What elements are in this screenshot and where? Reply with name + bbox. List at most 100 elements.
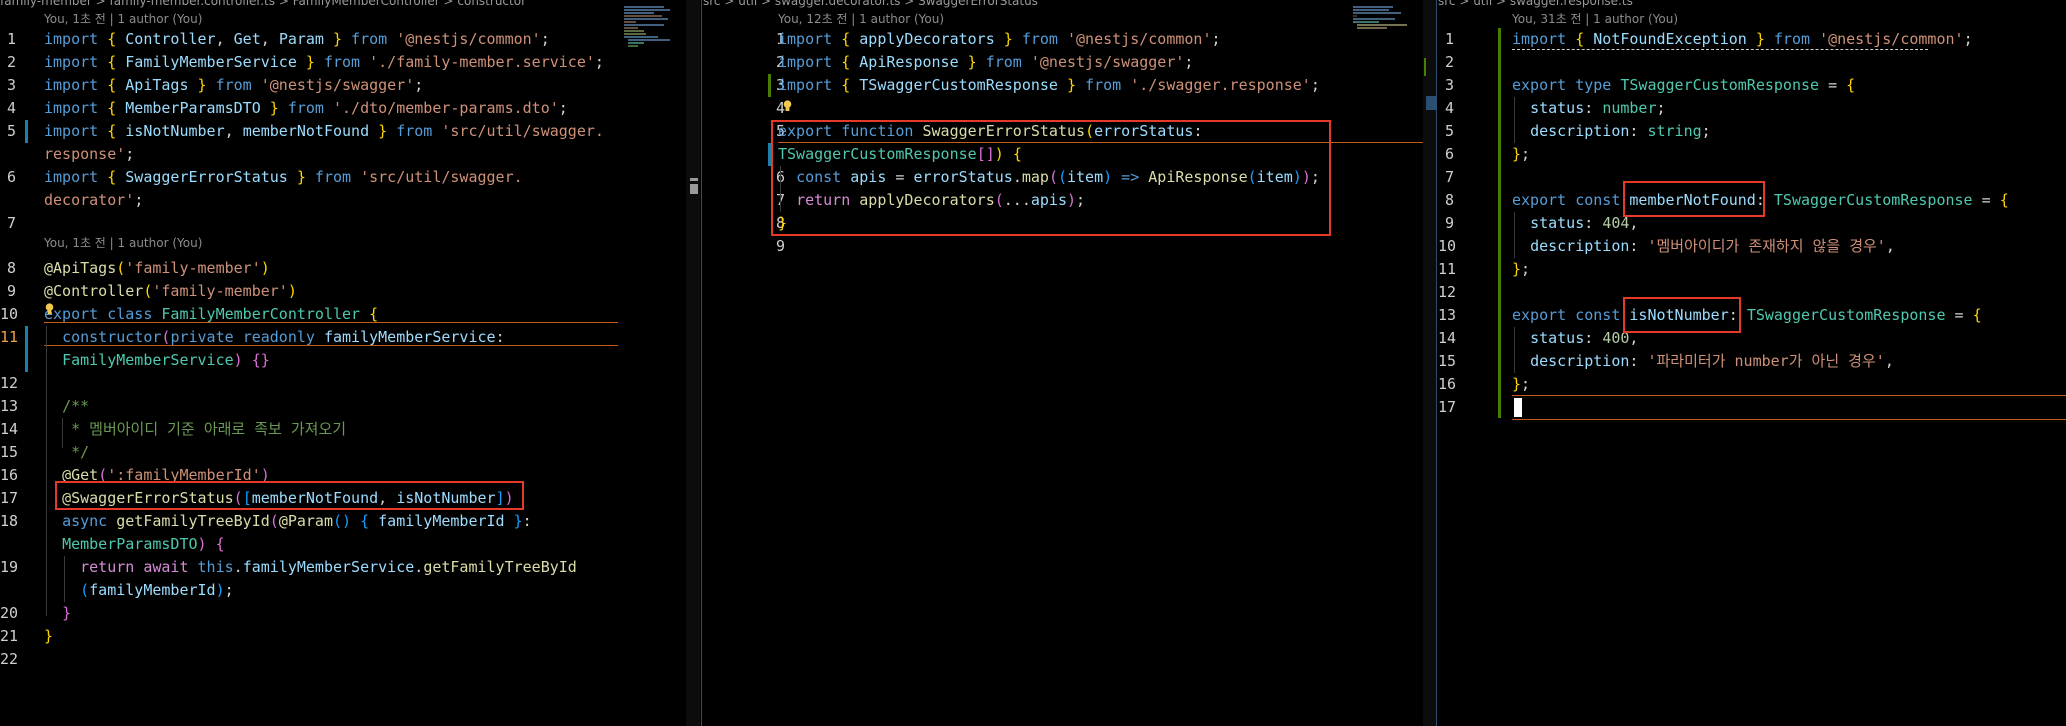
- code-line[interactable]: (familyMemberId);: [0, 579, 686, 602]
- line-number[interactable]: 5: [0, 120, 16, 143]
- scroll-thumb[interactable]: [690, 184, 698, 194]
- code-text[interactable]: import { Controller, Get, Param } from '…: [44, 28, 550, 51]
- editor-pane-response[interactable]: src > util > swagger.response.ts You, 31…: [1438, 0, 2066, 726]
- line-number[interactable]: 9: [1438, 212, 1454, 235]
- line-number[interactable]: 1: [0, 28, 16, 51]
- line-number[interactable]: 16: [1438, 373, 1456, 396]
- line-number[interactable]: 10: [1438, 235, 1456, 258]
- code-line[interactable]: 11};: [1438, 258, 2066, 281]
- code-line[interactable]: 5 description: string;: [1438, 120, 2066, 143]
- code-line[interactable]: 16};: [1438, 373, 2066, 396]
- code-line[interactable]: 13 /**: [0, 395, 686, 418]
- line-number[interactable]: 19: [0, 556, 18, 579]
- code-line[interactable]: 2 import { ApiResponse } from '@nestjs/sw…: [703, 51, 1423, 74]
- code-line[interactable]: 19 return await this.familyMemberService…: [0, 556, 686, 579]
- editor-pane-controller[interactable]: family-member > family-member.controller…: [0, 0, 686, 726]
- line-number[interactable]: 17: [0, 487, 18, 510]
- code-text[interactable]: description: '파라미터가 number가 아닌 경우',: [1512, 350, 1894, 373]
- code-line[interactable]: 5 import { isNotNumber, memberNotFound } …: [0, 120, 686, 143]
- line-number[interactable]: 21: [0, 625, 18, 648]
- code-line[interactable]: 3 import { ApiTags } from '@nestjs/swagge…: [0, 74, 686, 97]
- code-text[interactable]: };: [1512, 373, 1530, 396]
- code-text[interactable]: };: [1512, 258, 1530, 281]
- pane-divider[interactable]: [1436, 0, 1437, 726]
- editor-pane-decorator[interactable]: src > util > swagger.decorator.ts > Swag…: [703, 0, 1423, 726]
- line-number[interactable]: 7: [1438, 166, 1454, 189]
- line-number[interactable]: 15: [1438, 350, 1456, 373]
- line-number[interactable]: 9: [753, 235, 785, 258]
- vertical-scrollbar[interactable]: [686, 0, 700, 726]
- code-text[interactable]: @ApiTags('family-member'): [44, 257, 270, 280]
- code-line[interactable]: 4 import { MemberParamsDTO } from './dto/…: [0, 97, 686, 120]
- code-text[interactable]: (familyMemberId);: [44, 579, 234, 602]
- breadcrumb[interactable]: src > util > swagger.decorator.ts > Swag…: [703, 0, 1423, 8]
- breadcrumb[interactable]: src > util > swagger.response.ts: [1438, 0, 2066, 8]
- codelens-author[interactable]: You, 1초 전 | 1 author (You): [44, 10, 202, 28]
- code-text[interactable]: }: [44, 602, 71, 625]
- code-text[interactable]: decorator';: [44, 189, 143, 212]
- line-number[interactable]: 14: [1438, 327, 1456, 350]
- code-line[interactable]: 15 */: [0, 441, 686, 464]
- line-number[interactable]: 11: [0, 326, 18, 349]
- code-text[interactable]: async getFamilyTreeById(@Param() { famil…: [44, 510, 532, 533]
- line-number[interactable]: 11: [1438, 258, 1456, 281]
- code-text[interactable]: import { TSwaggerCustomResponse } from '…: [778, 74, 1320, 97]
- code-line[interactable]: 9: [703, 235, 1423, 258]
- code-line[interactable]: response';: [0, 143, 686, 166]
- line-number[interactable]: 6: [0, 166, 16, 189]
- minimap[interactable]: [624, 6, 682, 50]
- line-number[interactable]: 5: [1438, 120, 1454, 143]
- line-number[interactable]: 12: [1438, 281, 1456, 304]
- line-number[interactable]: 12: [0, 372, 18, 395]
- code-line[interactable]: 18 async getFamilyTreeById(@Param() { fa…: [0, 510, 686, 533]
- code-text[interactable]: status: 404,: [1512, 212, 1638, 235]
- code-line[interactable]: FamilyMemberService) {}: [0, 349, 686, 372]
- code-text[interactable]: import { NotFoundException } from '@nest…: [1512, 28, 1973, 51]
- code-text[interactable]: import { MemberParamsDTO } from './dto/m…: [44, 97, 568, 120]
- code-line[interactable]: 13 export const isNotNumber: TSwaggerCust…: [1438, 304, 2066, 327]
- codelens-author[interactable]: You, 12초 전 | 1 author (You): [778, 10, 944, 28]
- line-number[interactable]: 13: [1438, 304, 1456, 327]
- code-text[interactable]: return await this.familyMemberService.ge…: [44, 556, 577, 579]
- line-number[interactable]: 14: [0, 418, 18, 441]
- line-number[interactable]: 22: [0, 648, 18, 671]
- line-number[interactable]: 9: [0, 280, 16, 303]
- pane-divider[interactable]: [701, 0, 702, 726]
- code-line[interactable]: 2 import { FamilyMemberService } from './…: [0, 51, 686, 74]
- code-text[interactable]: }: [44, 625, 53, 648]
- line-number[interactable]: 20: [0, 602, 18, 625]
- code-line[interactable]: 3 import { TSwaggerCustomResponse } from …: [703, 74, 1423, 97]
- code-line[interactable]: 1 import { NotFoundException } from '@nes…: [1438, 28, 2066, 51]
- code-text[interactable]: * 멤버아이디 기준 아래로 족보 가져오기: [44, 418, 346, 441]
- line-number[interactable]: 10: [0, 303, 18, 326]
- code-text[interactable]: response';: [44, 143, 134, 166]
- line-number[interactable]: 8: [0, 257, 16, 280]
- lightbulb-icon[interactable]: [783, 97, 792, 111]
- code-text[interactable]: description: '멤버아이디가 존재하지 않을 경우',: [1512, 235, 1895, 258]
- line-number[interactable]: 6: [1438, 143, 1454, 166]
- code-line[interactable]: 6 import { SwaggerErrorStatus } from 'src…: [0, 166, 686, 189]
- line-number[interactable]: 8: [1438, 189, 1454, 212]
- line-number[interactable]: 4: [1438, 97, 1454, 120]
- codelens-author[interactable]: You, 1초 전 | 1 author (You): [44, 234, 202, 252]
- breadcrumb[interactable]: family-member > family-member.controller…: [0, 0, 686, 8]
- line-number[interactable]: 13: [0, 395, 18, 418]
- vertical-scrollbar[interactable]: [1423, 0, 1437, 726]
- code-text[interactable]: FamilyMemberService) {}: [44, 349, 270, 372]
- code-line[interactable]: 4 status: number;: [1438, 97, 2066, 120]
- code-line[interactable]: 22: [0, 648, 686, 671]
- code-line[interactable]: 1 import { applyDecorators } from '@nestj…: [703, 28, 1423, 51]
- line-number[interactable]: 4: [0, 97, 16, 120]
- code-text[interactable]: };: [1512, 143, 1530, 166]
- code-text[interactable]: export type TSwaggerCustomResponse = {: [1512, 74, 1855, 97]
- code-line[interactable]: 20 }: [0, 602, 686, 625]
- line-number[interactable]: 2: [0, 51, 16, 74]
- code-line[interactable]: 12: [0, 372, 686, 395]
- code-line[interactable]: 8 @ApiTags('family-member'): [0, 257, 686, 280]
- code-text[interactable]: /**: [44, 395, 89, 418]
- code-text[interactable]: status: 400,: [1512, 327, 1638, 350]
- line-number[interactable]: 15: [0, 441, 18, 464]
- code-text[interactable]: MemberParamsDTO) {: [44, 533, 225, 556]
- code-line[interactable]: 6};: [1438, 143, 2066, 166]
- code-text[interactable]: import { FamilyMemberService } from './f…: [44, 51, 604, 74]
